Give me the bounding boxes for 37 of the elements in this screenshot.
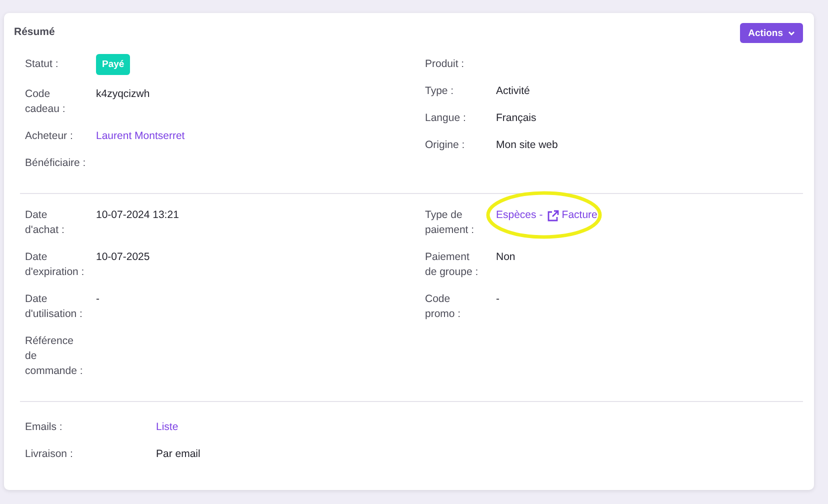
field-label: Bénéficiaire : xyxy=(25,156,87,171)
field-label: Date d'expiration : xyxy=(25,250,86,280)
field-link[interactable]: Liste xyxy=(156,420,178,435)
field-label: Livraison : xyxy=(25,447,74,462)
field-value: Non xyxy=(496,251,516,263)
field-value: Par email xyxy=(156,447,200,462)
field-label: Date d'utilisation : xyxy=(25,292,84,322)
external-link-icon[interactable] xyxy=(546,210,559,222)
field-value: Français xyxy=(496,112,536,124)
actions-button[interactable]: Actions xyxy=(740,23,803,43)
card-title: Résumé xyxy=(14,26,55,38)
field-label: Statut : xyxy=(25,57,60,72)
payment-method: Espèces xyxy=(496,208,536,223)
field-label: Code promo : xyxy=(425,292,462,322)
status-badge: Payé xyxy=(96,54,130,75)
field-label: Origine : xyxy=(425,138,466,153)
field-value: k4zyqcizwh xyxy=(96,88,150,100)
field-value: Mon site web xyxy=(496,139,558,151)
field-value: 10-07-2024 13:21 xyxy=(96,209,179,221)
field-label: Acheteur : xyxy=(25,129,74,144)
field-label: Produit : xyxy=(425,57,466,72)
field-label: Type : xyxy=(425,84,455,99)
field-label: Paiement de groupe : xyxy=(425,250,480,280)
separator: - xyxy=(539,208,543,223)
field-label: Emails : xyxy=(25,420,64,435)
field-label: Référence de commande : xyxy=(25,334,84,379)
field-value: 10-07-2025 xyxy=(96,251,150,263)
field-label: Type de paiement : xyxy=(425,208,476,238)
invoice-link[interactable]: Facture xyxy=(562,208,598,223)
field-label: Date d'achat : xyxy=(25,208,66,238)
field-value: - xyxy=(96,293,100,305)
field-value: Activité xyxy=(496,85,530,97)
field-value: - xyxy=(496,293,500,305)
field-label: Langue : xyxy=(425,111,467,126)
field-link[interactable]: Laurent Montserret xyxy=(96,130,185,142)
caret-icon xyxy=(788,30,795,36)
field-label: Code cadeau : xyxy=(25,87,66,117)
